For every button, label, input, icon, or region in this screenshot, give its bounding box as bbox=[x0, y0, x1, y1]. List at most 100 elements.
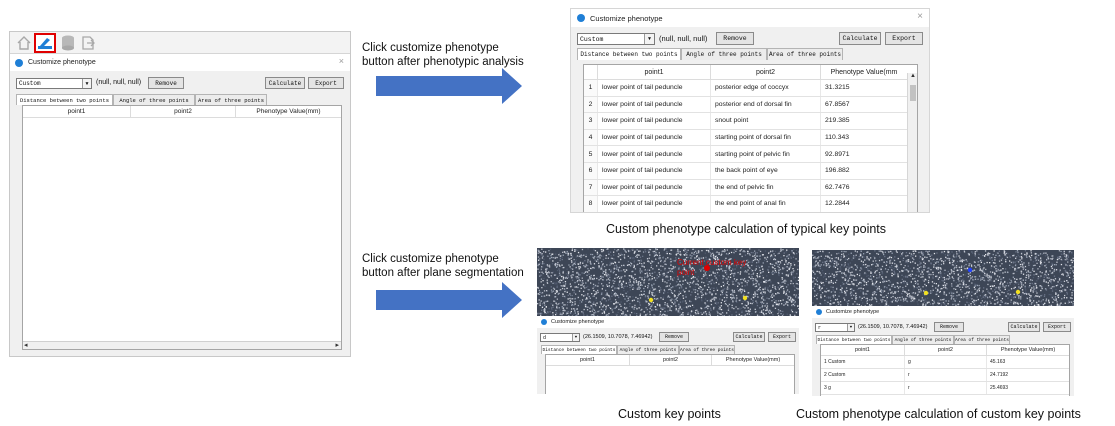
table-row[interactable]: 2 lower point of tail peduncle posterior e… bbox=[584, 96, 907, 114]
column-header[interactable]: point2 bbox=[131, 106, 236, 117]
point-cloud-dot bbox=[700, 296, 703, 299]
column-header[interactable]: point2 bbox=[711, 65, 821, 79]
column-header[interactable]: Phenotype Value(mm) bbox=[712, 355, 794, 365]
point-cloud-dot bbox=[773, 272, 776, 274]
customize-phenotype-icon[interactable] bbox=[34, 33, 56, 53]
calculate-button[interactable]: Calculate bbox=[733, 332, 765, 342]
key-point-marker[interactable] bbox=[648, 297, 654, 303]
point-cloud-dot bbox=[843, 263, 845, 265]
point-cloud-dot bbox=[847, 283, 849, 285]
calculate-button[interactable]: Calculate bbox=[1008, 322, 1040, 332]
export-button[interactable]: Export bbox=[885, 32, 923, 45]
horizontal-scrollbar[interactable]: ◂ ▸ bbox=[23, 341, 341, 349]
table-row[interactable]: 3 g r 25.4693 bbox=[821, 382, 1069, 395]
point-set-combo[interactable]: Custom ▼ bbox=[16, 78, 92, 89]
close-icon[interactable]: × bbox=[339, 56, 344, 66]
point-cloud-dot bbox=[812, 302, 814, 304]
tab-distance[interactable]: Distance between two points bbox=[577, 48, 681, 60]
column-header[interactable]: Phenotype Value(mm) bbox=[987, 345, 1069, 355]
column-header[interactable]: point2 bbox=[630, 355, 712, 365]
point-cloud-dot bbox=[1047, 256, 1049, 258]
table-row[interactable]: 1 lower point of tail peduncle posterior e… bbox=[584, 80, 907, 97]
vertical-scrollbar[interactable]: ▲ bbox=[907, 73, 917, 212]
point-cloud-dot bbox=[1053, 286, 1055, 288]
tab-angle[interactable]: Angle of three points bbox=[113, 94, 195, 105]
table-row[interactable]: 6 lower point of tail peduncle the back po… bbox=[584, 162, 907, 180]
key-point-marker[interactable] bbox=[923, 290, 929, 296]
column-header[interactable]: point1 bbox=[23, 106, 131, 117]
home-icon[interactable] bbox=[16, 35, 32, 51]
column-header[interactable]: point2 bbox=[905, 345, 987, 355]
point-cloud-dot bbox=[931, 291, 933, 293]
tab-area[interactable]: Area of three points bbox=[954, 335, 1010, 344]
tab-angle[interactable]: Angle of three points bbox=[681, 48, 767, 60]
tab-distance[interactable]: Distance between two points bbox=[541, 345, 617, 354]
column-header[interactable]: point1 bbox=[598, 65, 711, 79]
export-icon[interactable] bbox=[80, 35, 96, 51]
table-row[interactable]: 2 Custom r 24.7192 bbox=[821, 369, 1069, 382]
point-cloud-dot bbox=[595, 291, 597, 293]
export-button[interactable]: Export bbox=[1043, 322, 1071, 332]
point-cloud-dot bbox=[874, 262, 876, 264]
point-cloud-dot bbox=[781, 281, 783, 284]
point-cloud-dot bbox=[821, 292, 824, 294]
point-cloud-dot bbox=[876, 263, 878, 265]
export-button[interactable]: Export bbox=[308, 77, 344, 89]
tab-area[interactable]: Area of three points bbox=[767, 48, 843, 60]
tab-area[interactable]: Area of three points bbox=[679, 345, 735, 354]
point-cloud-dot bbox=[881, 259, 883, 261]
point-cloud-dot bbox=[904, 275, 907, 277]
point-cloud-dot bbox=[610, 292, 613, 294]
scroll-thumb[interactable] bbox=[910, 85, 916, 101]
point-set-combo[interactable]: Custom ▼ bbox=[577, 33, 655, 45]
database-icon[interactable] bbox=[61, 35, 75, 51]
point-cloud-dot bbox=[654, 250, 656, 253]
point-cloud-dot bbox=[743, 278, 746, 280]
point-cloud-dot bbox=[779, 284, 781, 286]
point-cloud-dot bbox=[958, 255, 960, 257]
table-row[interactable]: 8 lower point of tail peduncle the end poi… bbox=[584, 196, 907, 212]
key-point-marker[interactable] bbox=[1015, 289, 1021, 295]
scroll-up-icon[interactable]: ▲ bbox=[910, 73, 916, 79]
point-set-combo[interactable]: r ▼ bbox=[815, 323, 855, 332]
table-row[interactable]: 3 lower point of tail peduncle snout point… bbox=[584, 113, 907, 130]
tab-area[interactable]: Area of three points bbox=[195, 94, 267, 105]
point-cloud-dot bbox=[709, 252, 712, 254]
table-row[interactable]: 1 Custom g 45.163 bbox=[821, 356, 1069, 369]
close-icon[interactable]: × bbox=[917, 11, 923, 22]
point-set-combo[interactable]: d ▼ bbox=[540, 333, 580, 342]
point-cloud-dot bbox=[958, 252, 961, 254]
point-cloud-dot bbox=[965, 269, 967, 271]
tab-distance[interactable]: Distance between two points bbox=[816, 335, 892, 344]
point-cloud-dot bbox=[1010, 299, 1012, 301]
remove-button[interactable]: Remove bbox=[716, 32, 754, 45]
point-cloud-dot bbox=[645, 251, 647, 253]
tab-angle[interactable]: Angle of three points bbox=[617, 345, 679, 354]
table-row[interactable]: 4 lower point of tail peduncle starting po… bbox=[584, 129, 907, 147]
key-point-marker[interactable] bbox=[742, 295, 748, 301]
remove-button[interactable]: Remove bbox=[934, 322, 964, 332]
export-button[interactable]: Export bbox=[768, 332, 796, 342]
calculate-button[interactable]: Calculate bbox=[839, 32, 881, 45]
point-cloud-dot bbox=[1051, 290, 1054, 292]
point-cloud-dot bbox=[1015, 257, 1017, 259]
key-point-marker[interactable] bbox=[967, 267, 973, 273]
point-cloud-dot bbox=[891, 284, 893, 286]
column-header[interactable]: point1 bbox=[546, 355, 630, 365]
column-header[interactable]: Phenotype Value(mm) bbox=[236, 106, 341, 117]
tab-angle[interactable]: Angle of three points bbox=[892, 335, 954, 344]
calculate-button[interactable]: Calculate bbox=[265, 77, 305, 89]
point-cloud-dot bbox=[1042, 299, 1044, 301]
point-cloud-dot bbox=[836, 265, 838, 268]
table-row[interactable]: 5 lower point of tail peduncle starting po… bbox=[584, 146, 907, 163]
remove-button[interactable]: Remove bbox=[659, 332, 689, 342]
scroll-right-icon[interactable]: ▸ bbox=[335, 341, 339, 349]
point-cloud-dot bbox=[673, 294, 676, 296]
column-header[interactable]: Phenotype Value(mm bbox=[821, 65, 907, 79]
column-header[interactable]: point1 bbox=[821, 345, 905, 355]
scroll-left-icon[interactable]: ◂ bbox=[24, 341, 28, 349]
remove-button[interactable]: Remove bbox=[148, 77, 184, 89]
table-row[interactable]: 7 lower point of tail peduncle the end of … bbox=[584, 179, 907, 197]
tab-distance[interactable]: Distance between two points bbox=[16, 94, 113, 105]
point-cloud-dot bbox=[607, 278, 610, 280]
